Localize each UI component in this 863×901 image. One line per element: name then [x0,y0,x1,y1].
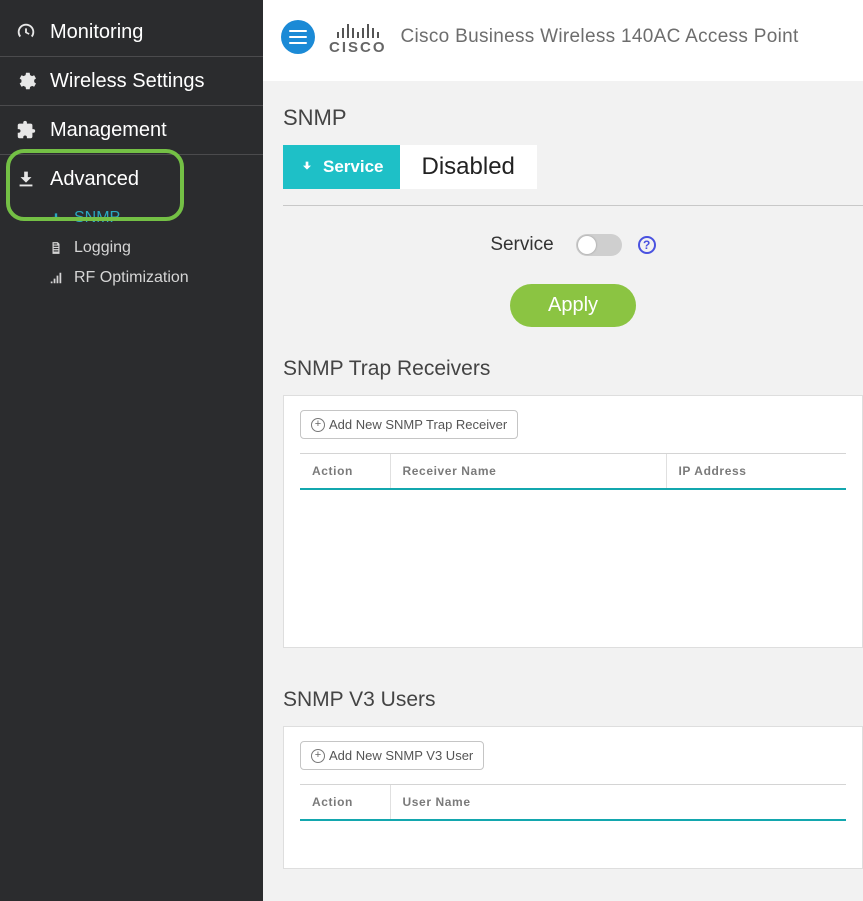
v3-table: Action User Name [300,784,846,850]
gauge-icon [14,20,38,44]
v3-col-action: Action [300,785,390,821]
v3-table-empty [300,820,846,850]
sidebar-item-management[interactable]: Management [0,106,263,154]
menu-toggle-button[interactable] [281,20,315,54]
v3-card: + Add New SNMP V3 User Action User Name [283,726,863,869]
trap-col-ip-address: IP Address [666,454,846,490]
plus-circle-icon: + [311,418,325,432]
sidebar-subitem-logging[interactable]: Logging [0,233,263,263]
add-trap-receiver-button[interactable]: + Add New SNMP Trap Receiver [300,410,518,439]
document-icon [48,240,64,256]
cisco-logo: CISCO [329,18,387,55]
sidebar-item-monitoring[interactable]: Monitoring [0,8,263,56]
trap-col-receiver-name: Receiver Name [390,454,666,490]
arrow-down-icon [299,159,315,175]
v3-col-user-name: User Name [390,785,846,821]
service-status-tag-label: Service [323,157,384,177]
brand-word: CISCO [329,40,387,55]
sidebar-item-advanced[interactable]: Advanced [0,155,263,203]
signal-bars-icon [48,270,64,286]
apply-button[interactable]: Apply [510,284,636,327]
sidebar: Monitoring Wireless Settings Management [0,0,263,901]
help-icon[interactable]: ? [638,236,656,254]
sidebar-item-label: Monitoring [50,21,143,44]
trap-table-empty [300,489,846,629]
trap-section-title: SNMP Trap Receivers [283,357,863,381]
sidebar-subitem-label: Logging [74,239,131,257]
service-toggle-label: Service [490,234,553,256]
hamburger-icon [289,30,307,44]
page-title: SNMP [283,105,863,131]
divider [283,205,863,206]
v3-section-title: SNMP V3 Users [283,688,863,712]
cisco-bars-icon [337,18,379,38]
sidebar-subitem-snmp[interactable]: SNMP [0,203,263,233]
gear-icon [14,69,38,93]
product-title: Cisco Business Wireless 140AC Access Poi… [401,26,799,48]
download-icon [14,167,38,191]
service-toggle[interactable] [576,234,622,256]
sidebar-subitem-label: SNMP [74,209,120,227]
sidebar-item-wireless-settings[interactable]: Wireless Settings [0,57,263,105]
sidebar-subitem-label: RF Optimization [74,269,189,287]
add-v3-user-button[interactable]: + Add New SNMP V3 User [300,741,484,770]
sidebar-subitem-rf-optimization[interactable]: RF Optimization [0,263,263,293]
trap-card: + Add New SNMP Trap Receiver Action Rece… [283,395,863,648]
puzzle-icon [14,118,38,142]
service-status: Service Disabled [283,145,863,189]
trap-table: Action Receiver Name IP Address [300,453,846,629]
arrow-down-icon [48,210,64,226]
sidebar-item-label: Advanced [50,168,139,191]
service-status-tag[interactable]: Service [283,145,400,189]
topbar: CISCO Cisco Business Wireless 140AC Acce… [263,0,863,81]
add-v3-user-label: Add New SNMP V3 User [329,748,473,763]
trap-col-action: Action [300,454,390,490]
plus-circle-icon: + [311,749,325,763]
sidebar-item-label: Wireless Settings [50,70,205,93]
sidebar-item-label: Management [50,119,167,142]
add-trap-receiver-label: Add New SNMP Trap Receiver [329,417,507,432]
service-status-value: Disabled [400,145,537,189]
